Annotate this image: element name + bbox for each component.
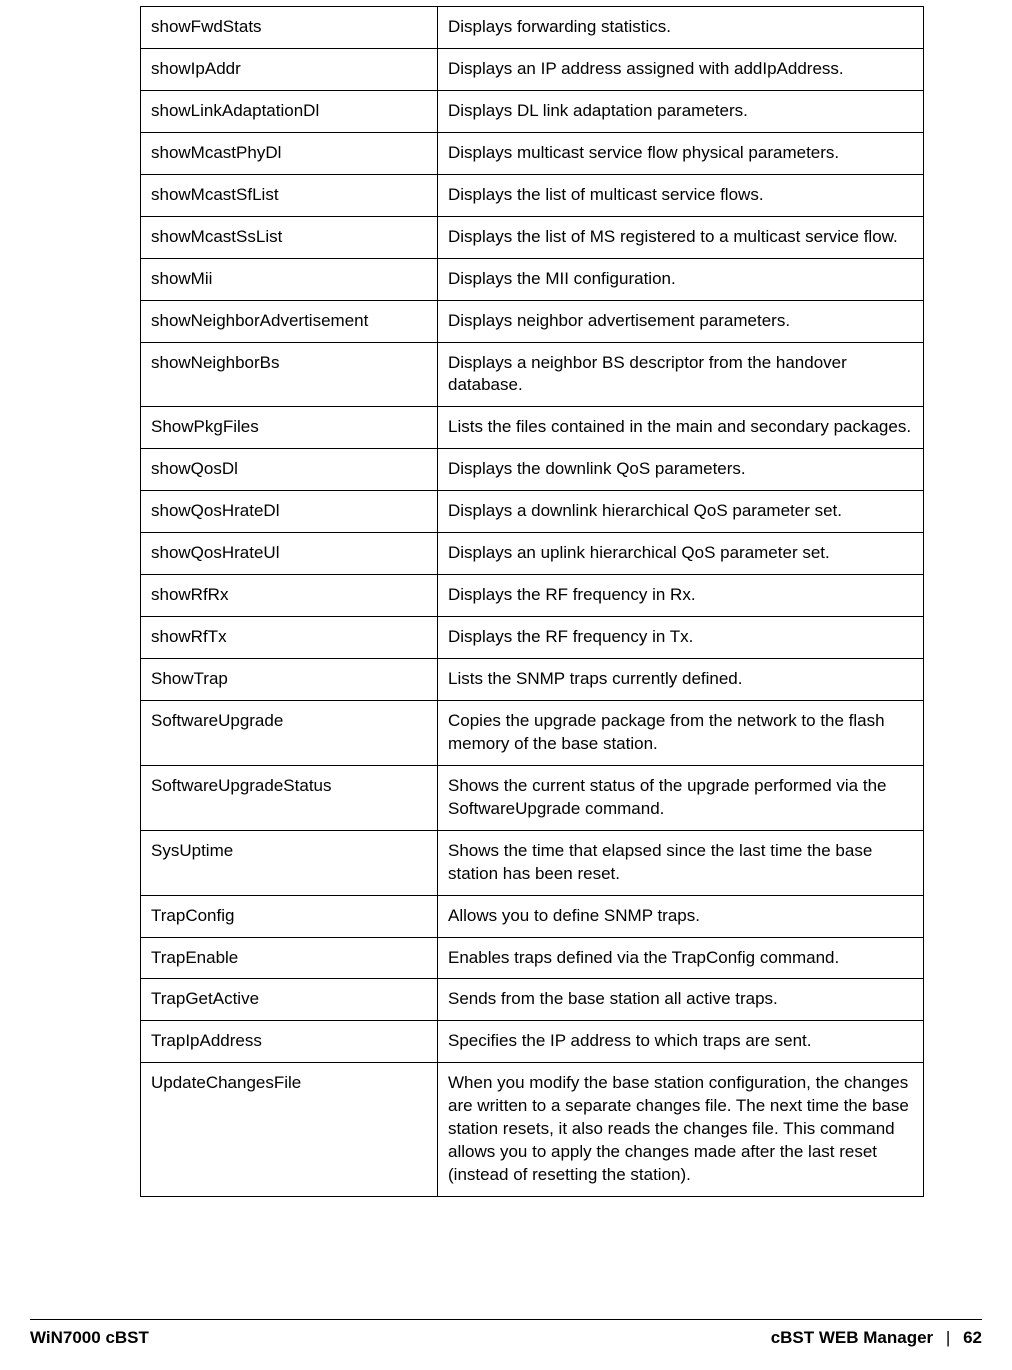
command-description-cell: Displays the list of MS registered to a … <box>438 216 924 258</box>
table-row: ShowTrapLists the SNMP traps currently d… <box>141 659 924 701</box>
table-row: ShowPkgFilesLists the files contained in… <box>141 407 924 449</box>
command-name-cell: TrapConfig <box>141 895 438 937</box>
command-description-cell: Enables traps defined via the TrapConfig… <box>438 937 924 979</box>
command-name-cell: showNeighborAdvertisement <box>141 300 438 342</box>
table-row: showRfTxDisplays the RF frequency in Tx. <box>141 617 924 659</box>
command-description-cell: Displays a neighbor BS descriptor from t… <box>438 342 924 407</box>
footer-page-number: 62 <box>963 1328 982 1347</box>
command-description-cell: Displays forwarding statistics. <box>438 7 924 49</box>
command-name-cell: showIpAddr <box>141 48 438 90</box>
command-description-cell: Displays DL link adaptation parameters. <box>438 90 924 132</box>
command-name-cell: showQosHrateUl <box>141 533 438 575</box>
command-description-cell: Displays the list of multicast service f… <box>438 174 924 216</box>
document-page: showFwdStatsDisplays forwarding statisti… <box>0 0 1012 1370</box>
command-name-cell: showMcastPhyDl <box>141 132 438 174</box>
command-name-cell: ShowTrap <box>141 659 438 701</box>
command-description-cell: Displays the downlink QoS parameters. <box>438 449 924 491</box>
command-name-cell: showRfTx <box>141 617 438 659</box>
command-name-cell: ShowPkgFiles <box>141 407 438 449</box>
command-name-cell: SoftwareUpgradeStatus <box>141 765 438 830</box>
command-name-cell: TrapIpAddress <box>141 1021 438 1063</box>
command-name-cell: TrapEnable <box>141 937 438 979</box>
command-description-cell: Displays multicast service flow physical… <box>438 132 924 174</box>
table-row: showNeighborBsDisplays a neighbor BS des… <box>141 342 924 407</box>
command-name-cell: UpdateChangesFile <box>141 1063 438 1197</box>
command-name-cell: showMcastSfList <box>141 174 438 216</box>
table-row: showQosHrateUlDisplays an uplink hierarc… <box>141 533 924 575</box>
command-table: showFwdStatsDisplays forwarding statisti… <box>140 6 924 1197</box>
command-description-cell: Copies the upgrade package from the netw… <box>438 700 924 765</box>
command-name-cell: showRfRx <box>141 575 438 617</box>
table-row: showFwdStatsDisplays forwarding statisti… <box>141 7 924 49</box>
command-description-cell: Displays the RF frequency in Rx. <box>438 575 924 617</box>
command-description-cell: When you modify the base station configu… <box>438 1063 924 1197</box>
command-name-cell: SysUptime <box>141 830 438 895</box>
command-description-cell: Allows you to define SNMP traps. <box>438 895 924 937</box>
command-description-cell: Lists the SNMP traps currently defined. <box>438 659 924 701</box>
table-row: TrapEnableEnables traps defined via the … <box>141 937 924 979</box>
command-description-cell: Displays a downlink hierarchical QoS par… <box>438 491 924 533</box>
command-name-cell: showQosDl <box>141 449 438 491</box>
footer-product-name: WiN7000 cBST <box>30 1328 149 1348</box>
command-description-cell: Displays the RF frequency in Tx. <box>438 617 924 659</box>
table-row: TrapGetActiveSends from the base station… <box>141 979 924 1021</box>
command-name-cell: TrapGetActive <box>141 979 438 1021</box>
table-row: showMcastPhyDlDisplays multicast service… <box>141 132 924 174</box>
table-row: showMiiDisplays the MII configuration. <box>141 258 924 300</box>
table-row: showLinkAdaptationDlDisplays DL link ada… <box>141 90 924 132</box>
footer-right-block: cBST WEB Manager | 62 <box>771 1328 982 1348</box>
table-row: showRfRxDisplays the RF frequency in Rx. <box>141 575 924 617</box>
table-row: TrapConfigAllows you to define SNMP trap… <box>141 895 924 937</box>
table-row: showMcastSsListDisplays the list of MS r… <box>141 216 924 258</box>
table-row: TrapIpAddressSpecifies the IP address to… <box>141 1021 924 1063</box>
command-name-cell: showMcastSsList <box>141 216 438 258</box>
command-description-cell: Displays an uplink hierarchical QoS para… <box>438 533 924 575</box>
table-row: showNeighborAdvertisementDisplays neighb… <box>141 300 924 342</box>
table-row: SoftwareUpgradeStatusShows the current s… <box>141 765 924 830</box>
main-content: showFwdStatsDisplays forwarding statisti… <box>140 6 924 1197</box>
command-name-cell: SoftwareUpgrade <box>141 700 438 765</box>
table-row: showIpAddrDisplays an IP address assigne… <box>141 48 924 90</box>
command-name-cell: showFwdStats <box>141 7 438 49</box>
command-name-cell: showNeighborBs <box>141 342 438 407</box>
command-name-cell: showMii <box>141 258 438 300</box>
command-description-cell: Shows the current status of the upgrade … <box>438 765 924 830</box>
table-row: showQosDlDisplays the downlink QoS param… <box>141 449 924 491</box>
footer-section-title: cBST WEB Manager <box>771 1328 933 1347</box>
table-row: showQosHrateDlDisplays a downlink hierar… <box>141 491 924 533</box>
command-description-cell: Sends from the base station all active t… <box>438 979 924 1021</box>
command-description-cell: Displays the MII configuration. <box>438 258 924 300</box>
table-row: UpdateChangesFileWhen you modify the bas… <box>141 1063 924 1197</box>
command-description-cell: Shows the time that elapsed since the la… <box>438 830 924 895</box>
command-description-cell: Lists the files contained in the main an… <box>438 407 924 449</box>
command-description-cell: Specifies the IP address to which traps … <box>438 1021 924 1063</box>
table-row: SoftwareUpgradeCopies the upgrade packag… <box>141 700 924 765</box>
command-description-cell: Displays an IP address assigned with add… <box>438 48 924 90</box>
command-name-cell: showQosHrateDl <box>141 491 438 533</box>
page-footer: WiN7000 cBST cBST WEB Manager | 62 <box>30 1319 982 1348</box>
table-row: SysUptimeShows the time that elapsed sin… <box>141 830 924 895</box>
table-row: showMcastSfListDisplays the list of mult… <box>141 174 924 216</box>
command-name-cell: showLinkAdaptationDl <box>141 90 438 132</box>
footer-separator: | <box>946 1328 950 1347</box>
command-description-cell: Displays neighbor advertisement paramete… <box>438 300 924 342</box>
